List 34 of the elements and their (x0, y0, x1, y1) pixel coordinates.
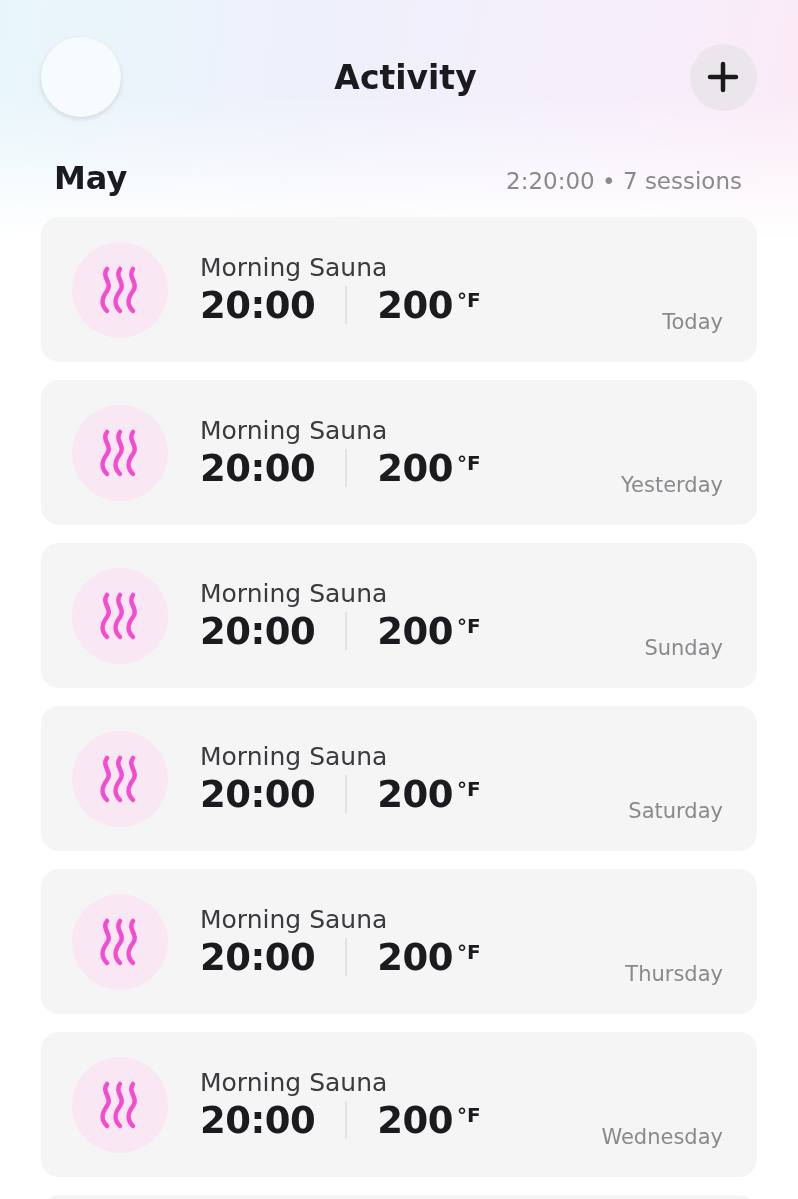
session-day: Thursday (625, 962, 723, 986)
session-temperature: 200 (377, 772, 453, 816)
session-name: Morning Sauna (200, 904, 389, 934)
session-duration: 20:00 (200, 1098, 316, 1142)
session-day: Saturday (628, 799, 723, 823)
session-day: Sunday (644, 636, 723, 660)
session-temperature: 200 (377, 283, 453, 327)
session-day: Today (662, 310, 723, 334)
session-name: Morning Sauna (200, 252, 389, 282)
temperature-unit: °F (457, 1102, 481, 1127)
session-temperature: 200 (377, 935, 453, 979)
month-label: May (54, 159, 128, 197)
session-duration: 20:00 (200, 283, 316, 327)
session-name: Morning Sauna (200, 415, 389, 445)
session-temperature: 200 (377, 1098, 453, 1142)
plus-icon (707, 61, 740, 93)
session-name: Morning Sauna (200, 578, 389, 608)
session-duration: 20:00 (200, 772, 316, 816)
temperature-unit: °F (457, 776, 481, 801)
temperature-unit: °F (457, 939, 481, 964)
temperature-unit: °F (457, 613, 481, 638)
page-title: Activity (334, 57, 477, 97)
session-day: Wednesday (601, 1125, 723, 1149)
session-name: Morning Sauna (200, 741, 389, 771)
session-duration: 20:00 (200, 446, 316, 490)
session-duration: 20:00 (200, 935, 316, 979)
session-duration: 20:00 (200, 609, 316, 653)
temperature-unit: °F (457, 450, 481, 475)
session-day: Yesterday (621, 473, 723, 497)
temperature-unit: °F (457, 287, 481, 312)
session-temperature: 200 (377, 446, 453, 490)
session-name: Morning Sauna (200, 1067, 389, 1097)
month-summary: 2:20:00 • 7 sessions (506, 168, 742, 194)
session-temperature: 200 (377, 609, 453, 653)
